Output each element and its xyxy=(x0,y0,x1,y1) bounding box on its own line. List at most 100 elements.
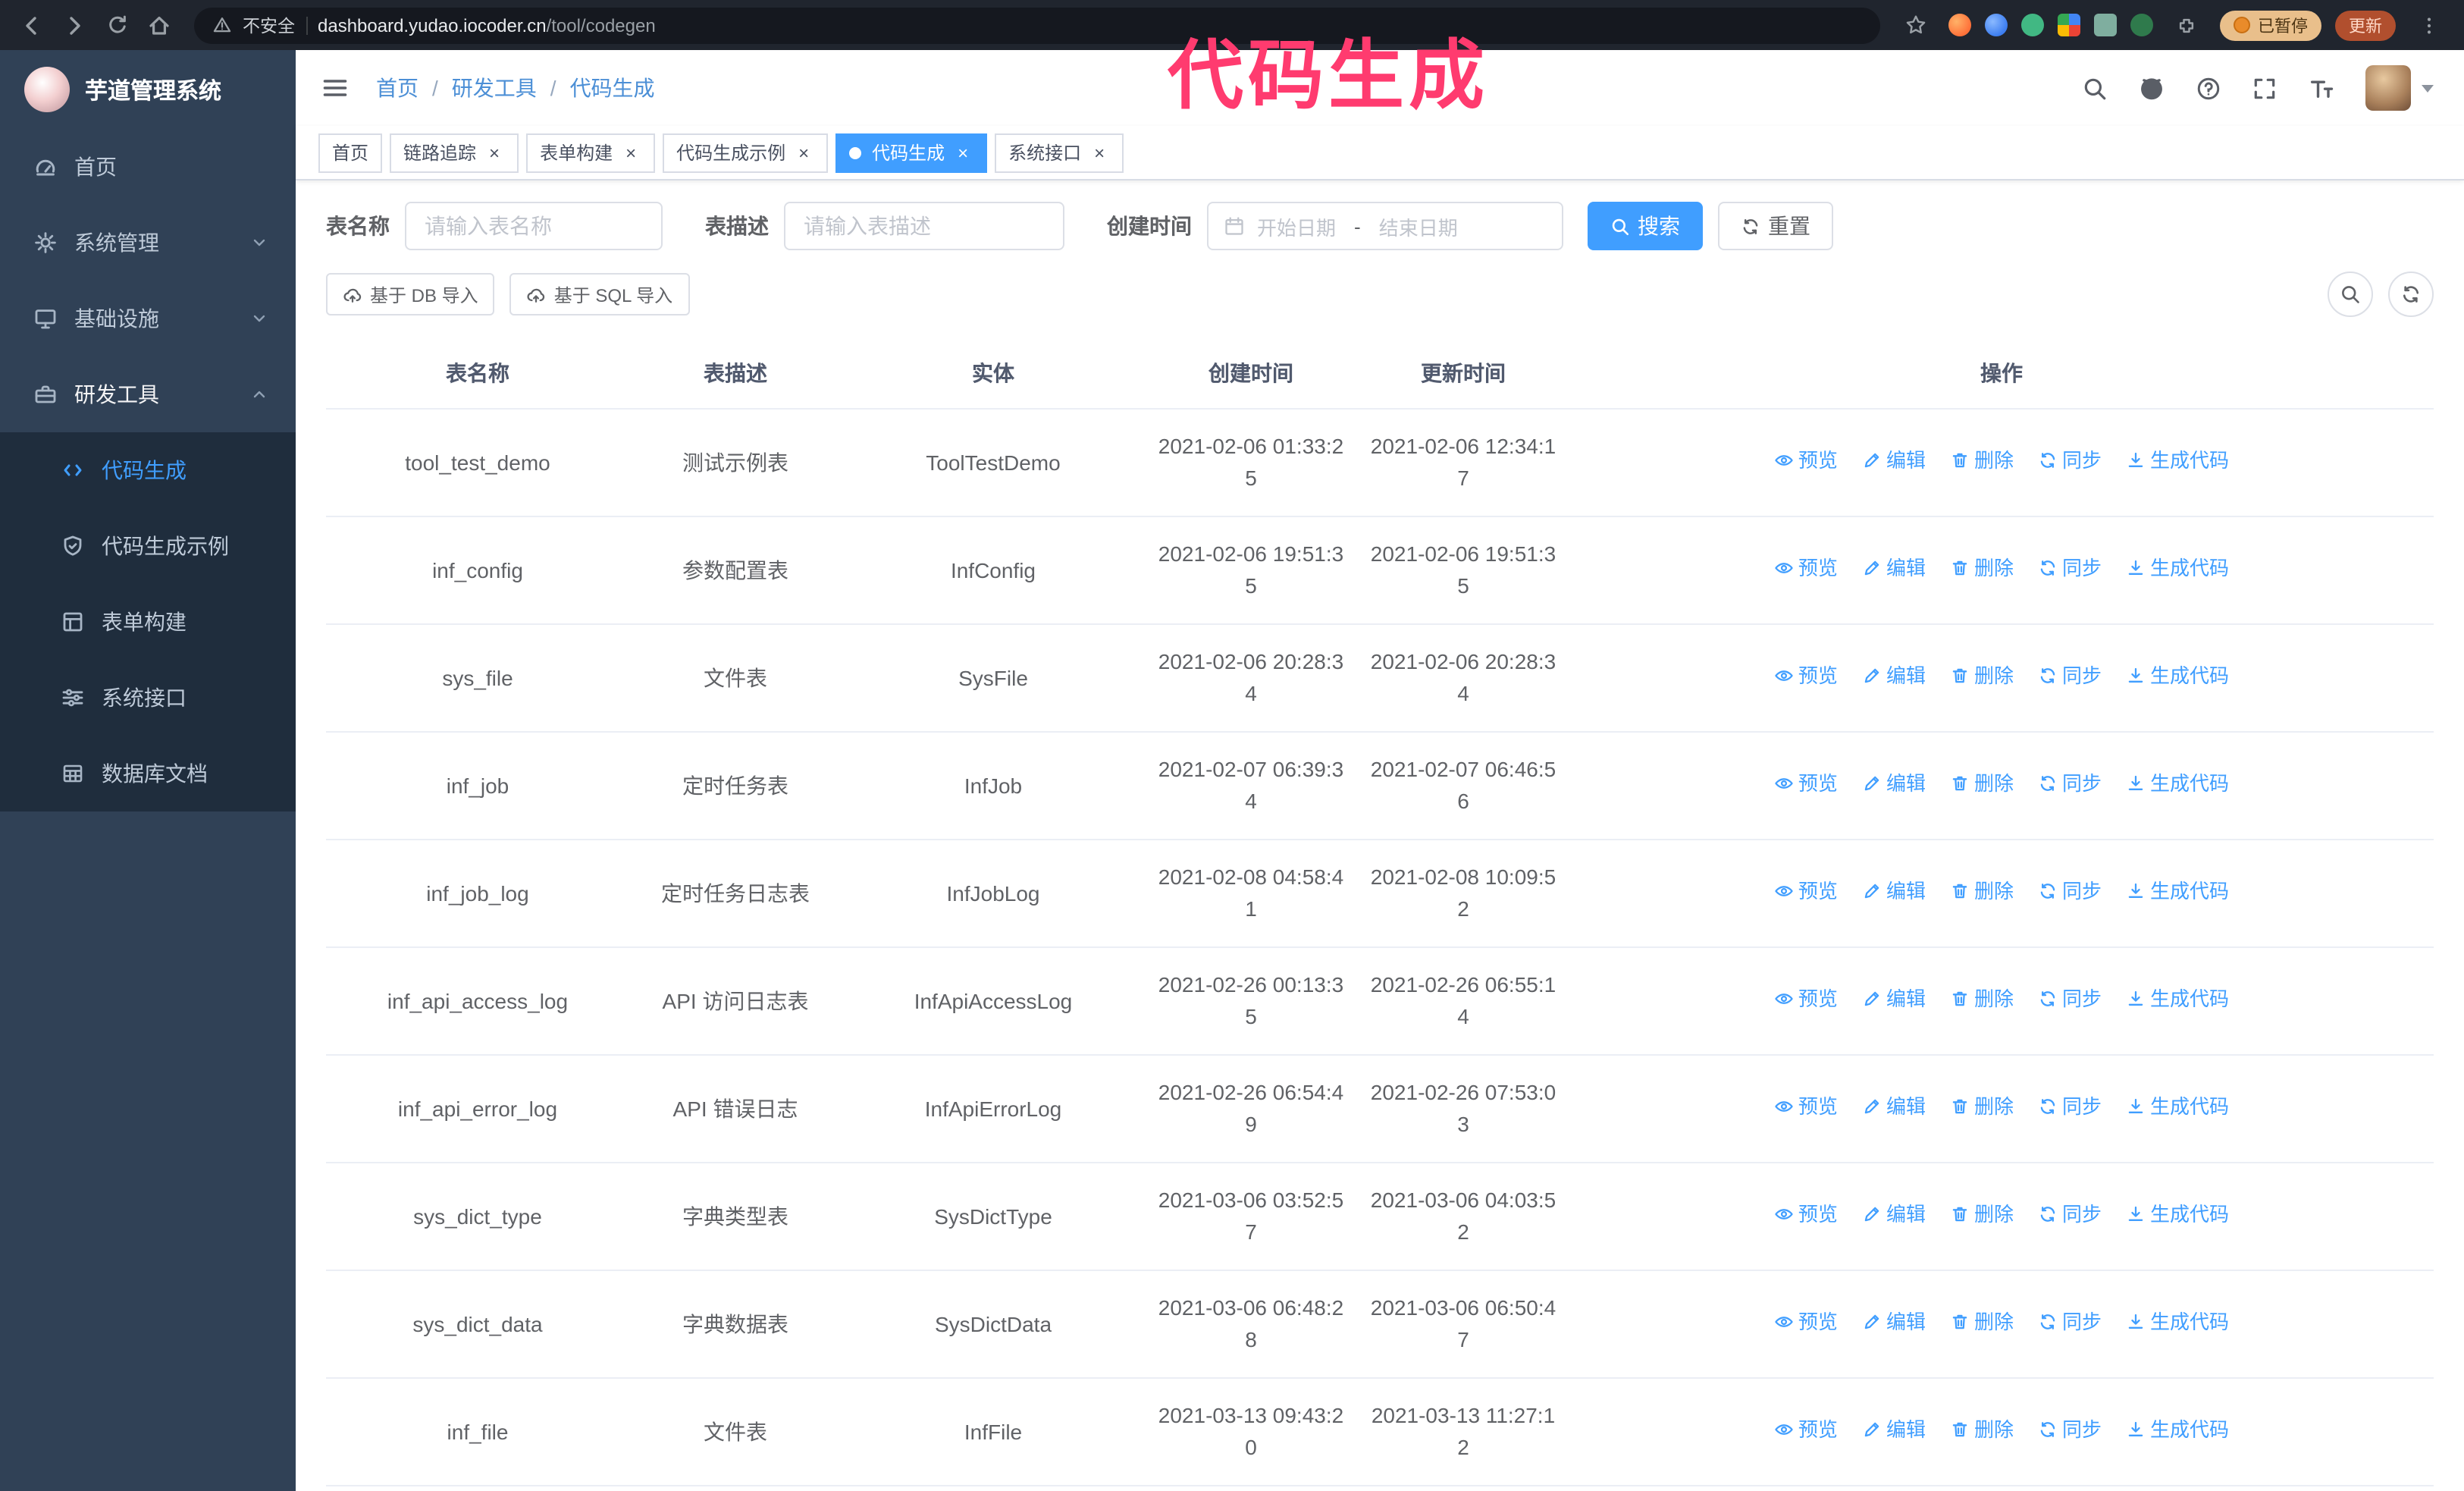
action-delete-link[interactable]: 删除 xyxy=(1950,1307,2014,1337)
action-delete-link[interactable]: 删除 xyxy=(1950,554,2014,583)
action-sync-link[interactable]: 同步 xyxy=(2038,1307,2102,1337)
extensions-puzzle-icon[interactable] xyxy=(2167,5,2206,45)
action-delete-link[interactable]: 删除 xyxy=(1950,1200,2014,1229)
sidebar-item-codegen[interactable]: 代码生成 xyxy=(0,432,296,508)
action-sync-link[interactable]: 同步 xyxy=(2038,554,2102,583)
action-preview-link[interactable]: 预览 xyxy=(1774,1307,1838,1337)
hamburger-icon[interactable] xyxy=(318,71,352,105)
sidebar-item-codegen-example[interactable]: 代码生成示例 xyxy=(0,508,296,584)
action-generate-link[interactable]: 生成代码 xyxy=(2126,1092,2229,1122)
action-edit-link[interactable]: 编辑 xyxy=(1862,984,1926,1014)
action-generate-link[interactable]: 生成代码 xyxy=(2126,661,2229,691)
action-edit-link[interactable]: 编辑 xyxy=(1862,1415,1926,1445)
table-name-input[interactable] xyxy=(405,202,663,250)
action-edit-link[interactable]: 编辑 xyxy=(1862,1092,1926,1122)
action-generate-link[interactable]: 生成代码 xyxy=(2126,446,2229,476)
tab-codegen-example[interactable]: 代码生成示例 × xyxy=(663,133,829,172)
reload-icon[interactable] xyxy=(97,5,136,45)
close-icon[interactable]: × xyxy=(793,142,814,163)
action-sync-link[interactable]: 同步 xyxy=(2038,1200,2102,1229)
bookmark-star-icon[interactable] xyxy=(1895,5,1935,45)
close-icon[interactable]: × xyxy=(484,142,505,163)
home-icon[interactable] xyxy=(140,5,179,45)
extension-icon[interactable] xyxy=(1985,14,2008,36)
tab-home[interactable]: 首页 xyxy=(318,133,383,172)
close-icon[interactable]: × xyxy=(620,142,641,163)
toggle-search-icon[interactable] xyxy=(2328,272,2373,317)
action-preview-link[interactable]: 预览 xyxy=(1774,1092,1838,1122)
forward-icon[interactable] xyxy=(55,5,94,45)
action-delete-link[interactable]: 删除 xyxy=(1950,877,2014,906)
refresh-table-icon[interactable] xyxy=(2388,272,2434,317)
tab-form-builder[interactable]: 表单构建 × xyxy=(526,133,656,172)
action-preview-link[interactable]: 预览 xyxy=(1774,984,1838,1014)
action-preview-link[interactable]: 预览 xyxy=(1774,1415,1838,1445)
extension-icon[interactable] xyxy=(2094,14,2117,36)
paused-badge[interactable]: 已暂停 xyxy=(2220,10,2321,40)
action-delete-link[interactable]: 删除 xyxy=(1950,984,2014,1014)
update-button[interactable]: 更新 xyxy=(2335,10,2396,40)
date-range-picker[interactable]: 开始日期 - 结束日期 xyxy=(1207,202,1563,250)
sidebar-item-devtools[interactable]: 研发工具 xyxy=(0,356,296,432)
extension-icon[interactable] xyxy=(2058,14,2080,36)
action-sync-link[interactable]: 同步 xyxy=(2038,446,2102,476)
action-edit-link[interactable]: 编辑 xyxy=(1862,769,1926,799)
action-sync-link[interactable]: 同步 xyxy=(2038,769,2102,799)
extension-icon[interactable] xyxy=(1948,14,1971,36)
back-icon[interactable] xyxy=(12,5,52,45)
address-bar[interactable]: 不安全 dashboard.yudao.iocoder.cn/tool/code… xyxy=(194,7,1880,43)
reset-button[interactable]: 重置 xyxy=(1718,202,1833,250)
github-icon[interactable] xyxy=(2138,74,2165,102)
action-preview-link[interactable]: 预览 xyxy=(1774,769,1838,799)
breadcrumb-home[interactable]: 首页 xyxy=(376,73,419,103)
action-delete-link[interactable]: 删除 xyxy=(1950,1092,2014,1122)
sidebar-item-db-docs[interactable]: 数据库文档 xyxy=(0,736,296,811)
kebab-menu-icon[interactable] xyxy=(2409,5,2449,45)
help-icon[interactable] xyxy=(2196,75,2221,101)
action-sync-link[interactable]: 同步 xyxy=(2038,877,2102,906)
action-preview-link[interactable]: 预览 xyxy=(1774,446,1838,476)
action-generate-link[interactable]: 生成代码 xyxy=(2126,984,2229,1014)
table-desc-input[interactable] xyxy=(784,202,1064,250)
action-generate-link[interactable]: 生成代码 xyxy=(2126,554,2229,583)
action-delete-link[interactable]: 删除 xyxy=(1950,1415,2014,1445)
action-generate-link[interactable]: 生成代码 xyxy=(2126,1415,2229,1445)
action-generate-link[interactable]: 生成代码 xyxy=(2126,1307,2229,1337)
action-preview-link[interactable]: 预览 xyxy=(1774,554,1838,583)
action-generate-link[interactable]: 生成代码 xyxy=(2126,1200,2229,1229)
action-edit-link[interactable]: 编辑 xyxy=(1862,1200,1926,1229)
extension-icon[interactable] xyxy=(2130,14,2153,36)
action-preview-link[interactable]: 预览 xyxy=(1774,661,1838,691)
search-icon[interactable] xyxy=(2082,75,2108,101)
fullscreen-icon[interactable] xyxy=(2252,75,2277,101)
action-edit-link[interactable]: 编辑 xyxy=(1862,877,1926,906)
tab-tracing[interactable]: 链路追踪 × xyxy=(390,133,519,172)
action-generate-link[interactable]: 生成代码 xyxy=(2126,877,2229,906)
breadcrumb-devtools[interactable]: 研发工具 xyxy=(452,73,537,103)
extension-icon[interactable] xyxy=(2021,14,2044,36)
action-sync-link[interactable]: 同步 xyxy=(2038,1415,2102,1445)
action-edit-link[interactable]: 编辑 xyxy=(1862,554,1926,583)
sidebar-item-form-builder[interactable]: 表单构建 xyxy=(0,584,296,660)
action-preview-link[interactable]: 预览 xyxy=(1774,1200,1838,1229)
sidebar-item-home[interactable]: 首页 xyxy=(0,129,296,205)
sidebar-item-system[interactable]: 系统管理 xyxy=(0,205,296,281)
action-sync-link[interactable]: 同步 xyxy=(2038,984,2102,1014)
action-preview-link[interactable]: 预览 xyxy=(1774,877,1838,906)
action-generate-link[interactable]: 生成代码 xyxy=(2126,769,2229,799)
action-edit-link[interactable]: 编辑 xyxy=(1862,1307,1926,1337)
import-db-button[interactable]: 基于 DB 导入 xyxy=(326,273,495,315)
action-delete-link[interactable]: 删除 xyxy=(1950,446,2014,476)
close-icon[interactable]: × xyxy=(1089,142,1110,163)
import-sql-button[interactable]: 基于 SQL 导入 xyxy=(509,273,690,315)
action-delete-link[interactable]: 删除 xyxy=(1950,661,2014,691)
action-sync-link[interactable]: 同步 xyxy=(2038,1092,2102,1122)
font-size-icon[interactable] xyxy=(2308,74,2335,102)
logo[interactable]: 芋道管理系统 xyxy=(0,50,296,129)
action-sync-link[interactable]: 同步 xyxy=(2038,661,2102,691)
action-edit-link[interactable]: 编辑 xyxy=(1862,446,1926,476)
tab-system-api[interactable]: 系统接口 × xyxy=(995,133,1124,172)
search-button[interactable]: 搜索 xyxy=(1588,202,1703,250)
tab-codegen[interactable]: 代码生成 × xyxy=(835,133,988,172)
user-menu[interactable] xyxy=(2365,65,2434,111)
